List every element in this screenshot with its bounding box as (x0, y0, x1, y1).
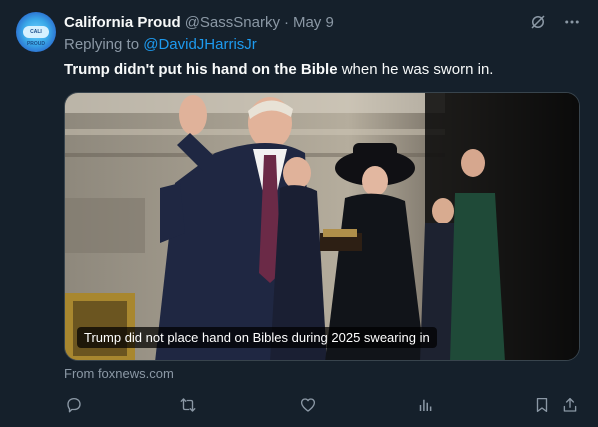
avatar-badge: CALI PROUD (23, 26, 49, 47)
tweet-date[interactable]: May 9 (293, 14, 334, 31)
tweet-text-bold: Trump didn't put his hand on the Bible (64, 61, 338, 78)
grok-icon[interactable] (528, 12, 548, 32)
bookmark-icon[interactable] (530, 393, 554, 417)
handle[interactable]: @SassSnarky (185, 14, 280, 31)
link-source[interactable]: From foxnews.com (64, 366, 174, 381)
separator-dot: · (283, 13, 289, 31)
media-card[interactable]: Trump did not place hand on Bibles durin… (64, 92, 580, 361)
tweet-header: California Proud @SassSnarky · May 9 (64, 12, 334, 32)
tweet-text-rest: when he was sworn in. (337, 61, 494, 78)
like-icon[interactable] (296, 393, 320, 417)
replying-prefix: Replying to (64, 36, 140, 53)
tweet-text: Trump didn't put his hand on the Bible w… (64, 60, 493, 80)
replying-to: Replying to @DavidJHarrisJr (64, 36, 257, 53)
views-icon[interactable] (413, 393, 437, 417)
media-photo (65, 93, 579, 360)
top-actions (528, 12, 582, 32)
media-caption: Trump did not place hand on Bibles durin… (77, 327, 437, 348)
tweet[interactable]: CALI PROUD California Proud @SassSnarky … (0, 0, 598, 427)
action-bar (64, 393, 582, 417)
share-icon[interactable] (558, 393, 582, 417)
repost-icon[interactable] (176, 393, 200, 417)
reply-icon[interactable] (62, 393, 86, 417)
more-icon[interactable] (562, 12, 582, 32)
display-name[interactable]: California Proud (64, 14, 181, 31)
avatar[interactable]: CALI PROUD (16, 12, 56, 52)
reply-mention-link[interactable]: @DavidJHarrisJr (143, 36, 257, 53)
